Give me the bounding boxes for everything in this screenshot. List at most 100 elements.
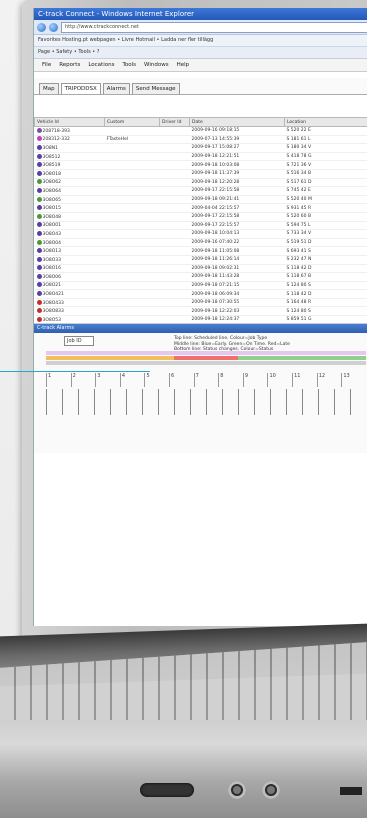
- schedule-line-bottom: [46, 361, 366, 365]
- tab-map[interactable]: Map: [39, 83, 59, 94]
- column-header-driver-id[interactable]: Driver Id: [159, 117, 190, 127]
- date-cell: 2009-09-17 22:15:58: [189, 212, 285, 222]
- custom-cell: [104, 160, 160, 170]
- location-cell: S 232 47 N: [284, 255, 367, 265]
- table-row[interactable]: 3O8O53 2009-09-18 12:24:37 S 859 51 G: [34, 315, 367, 323]
- table-row[interactable]: 3O8O64 2009-09-17 22:15:58 S 745 42 E: [34, 186, 367, 196]
- custom-cell: [104, 289, 160, 299]
- table-row[interactable]: 3O8O62 2009-09-18 12:20:28 S 517 61 D: [34, 178, 367, 188]
- vehicle-id: 3O8O13: [42, 249, 62, 255]
- table-header-row: Vehicle Id Custom Driver Id Date Location: [34, 117, 367, 127]
- vehicle-status-icon: [36, 273, 42, 279]
- custom-cell: [104, 126, 160, 136]
- menu-item-locations[interactable]: Locations: [88, 59, 114, 71]
- column-header-custom[interactable]: Custom: [104, 117, 160, 127]
- url-input[interactable]: http://www.ctrackconnect.net: [61, 21, 367, 33]
- tab-send-message[interactable]: Send Message: [131, 83, 180, 94]
- date-cell: 2009-09-18 12:24:37: [189, 315, 285, 323]
- custom-cell: [104, 272, 160, 282]
- location-cell: S 745 42 E: [284, 186, 367, 196]
- table-row[interactable]: 3O8O33 2009-09-18 11:26:14 S 232 47 N: [34, 255, 367, 265]
- driver-id-cell: [159, 221, 190, 231]
- custom-cell: [104, 169, 160, 179]
- tab-alarms[interactable]: Alarms: [102, 83, 130, 94]
- table-row[interactable]: 3O8O21 2009-09-18 07:21:15 S 124 80 S: [34, 281, 367, 291]
- custom-cell: [104, 238, 160, 248]
- table-row[interactable]: 3O8O06 2009-09-18 11:43:28 S 118 67 B: [34, 272, 367, 282]
- table-row[interactable]: 3O8O01 2009-09-17 22:15:57 S 594 75 L: [34, 221, 367, 231]
- vehicle-status-icon: [36, 308, 42, 314]
- annotation-pointer-line: [0, 371, 150, 372]
- menu-item-help[interactable]: Help: [177, 59, 190, 71]
- table-row[interactable]: 3O8O04 2009-09-16 07:40:22 S 519 51 D: [34, 238, 367, 248]
- table-row[interactable]: 3O8O48 2009-09-17 22:15:58 S 520 60 B: [34, 212, 367, 222]
- table-row[interactable]: 208312-332 FTasteHel 2009-07-13 14:55:39 S …: [34, 135, 367, 145]
- date-cell: 2009-09-17 15:08:27: [189, 143, 285, 153]
- table-row[interactable]: 3O8N1 2009-09-17 15:08:27 S 180 34 V: [34, 143, 367, 153]
- vehicle-id: 3O8O62: [42, 180, 62, 186]
- menu-item-reports[interactable]: Reports: [59, 59, 80, 71]
- vehicle-id: 3O8O04: [42, 240, 62, 246]
- custom-cell: [104, 152, 160, 162]
- vehicle-id: 3O8O01: [42, 223, 62, 229]
- driver-id-cell: [159, 212, 190, 222]
- location-cell: S 164 48 R: [284, 298, 367, 308]
- date-cell: 2009-09-16 09:18:15: [189, 126, 285, 136]
- location-cell: S 418 78 G: [284, 152, 367, 162]
- vehicle-id: 3O8O421: [42, 292, 64, 298]
- time-tick-label: 5: [144, 373, 169, 387]
- menu-item-windows[interactable]: Windows: [144, 59, 169, 71]
- back-button[interactable]: [37, 22, 46, 32]
- table-row[interactable]: 3O8O16 2009-09-18 09:02:31 S 118 42 D: [34, 264, 367, 274]
- location-cell: S 118 42 D: [284, 289, 367, 299]
- app-tab-strip: Map TRIPODDSX Alarms Send Message: [34, 78, 367, 95]
- date-cell: 2009-09-18 11:05:08: [189, 246, 285, 256]
- tab-tripoddsx[interactable]: TRIPODDSX: [60, 83, 101, 94]
- vehicle-id: 3O8O64: [42, 188, 62, 194]
- custom-cell: [104, 178, 160, 188]
- column-header-date[interactable]: Date: [189, 117, 285, 127]
- headphone-jack-icon: [228, 781, 246, 799]
- table-row[interactable]: 3O8O421 2009-09-18 06:09:34 S 118 42 D: [34, 289, 367, 299]
- vehicle-id: 3O8O43: [42, 231, 62, 237]
- table-row[interactable]: 208718-393 2009-09-16 09:18:15 S 520 22 E: [34, 126, 367, 136]
- menu-item-file[interactable]: File: [42, 59, 51, 71]
- table-row[interactable]: 3O8O18 2009-09-18 11:37:39 S 516 34 B: [34, 169, 367, 179]
- vehicle-status-icon: [36, 144, 42, 150]
- table-row[interactable]: 3O8O13 2009-09-18 11:05:08 S 693 41 S: [34, 246, 367, 256]
- menu-item-tools[interactable]: Tools: [122, 59, 136, 71]
- driver-id-cell: [159, 135, 190, 145]
- table-body: 208718-393 2009-09-16 09:18:15 S 520 22 E2…: [34, 126, 367, 323]
- job-id-field[interactable]: Job ID: [64, 336, 94, 346]
- vehicle-status-icon: [36, 248, 42, 254]
- schedule-grid: [46, 389, 366, 415]
- microphone-jack-icon: [262, 781, 280, 799]
- forward-button[interactable]: [49, 22, 58, 32]
- app-menu-bar: File Reports Locations Tools Windows Help: [34, 59, 367, 72]
- table-row[interactable]: 3O8O65 2009-09-18 09:21:41 S 520 40 M: [34, 195, 367, 205]
- vehicle-status-icon: [36, 316, 42, 322]
- table-row[interactable]: 3O8512 2009-09-18 12:21:51 S 418 78 G: [34, 152, 367, 162]
- command-bar[interactable]: Page • Safety • Tools • ?: [34, 47, 367, 59]
- table-row[interactable]: 3O8O15 2009-04-04 22:15:57 S 931 45 R: [34, 203, 367, 213]
- column-header-vehicle-id[interactable]: Vehicle Id: [34, 117, 105, 127]
- favorites-bar[interactable]: Favorites Hosting.pt webpagen • Livre Ho…: [34, 35, 367, 47]
- column-header-location[interactable]: Location: [284, 117, 367, 127]
- address-bar: http://www.ctrackconnect.net: [34, 20, 367, 35]
- schedule-lanes: [46, 351, 366, 366]
- table-row[interactable]: 3O8O433 2009-09-18 07:30:55 S 164 48 R: [34, 298, 367, 308]
- driver-id-cell: [159, 289, 190, 299]
- vehicle-status-icon: [36, 256, 42, 262]
- table-row[interactable]: 3O8O833 2009-09-18 12:22:03 S 124 80 S: [34, 306, 367, 317]
- location-cell: S 859 51 G: [284, 315, 367, 323]
- driver-id-cell: [159, 152, 190, 162]
- driver-id-cell: [159, 238, 190, 248]
- date-cell: 2009-09-18 11:43:28: [189, 272, 285, 282]
- table-row[interactable]: 3O8O43 2009-09-18 10:04:13 S 733 34 V: [34, 229, 367, 239]
- location-cell: S 733 34 V: [284, 229, 367, 239]
- alarms-bar[interactable]: C-track Alarms: [34, 324, 367, 333]
- vehicle-status-icon: [36, 213, 42, 219]
- vehicle-status-icon: [36, 299, 42, 305]
- location-cell: S 520 22 E: [284, 126, 367, 136]
- table-row[interactable]: 3O8519 2009-09-18 10:03:08 S 721 36 V: [34, 160, 367, 170]
